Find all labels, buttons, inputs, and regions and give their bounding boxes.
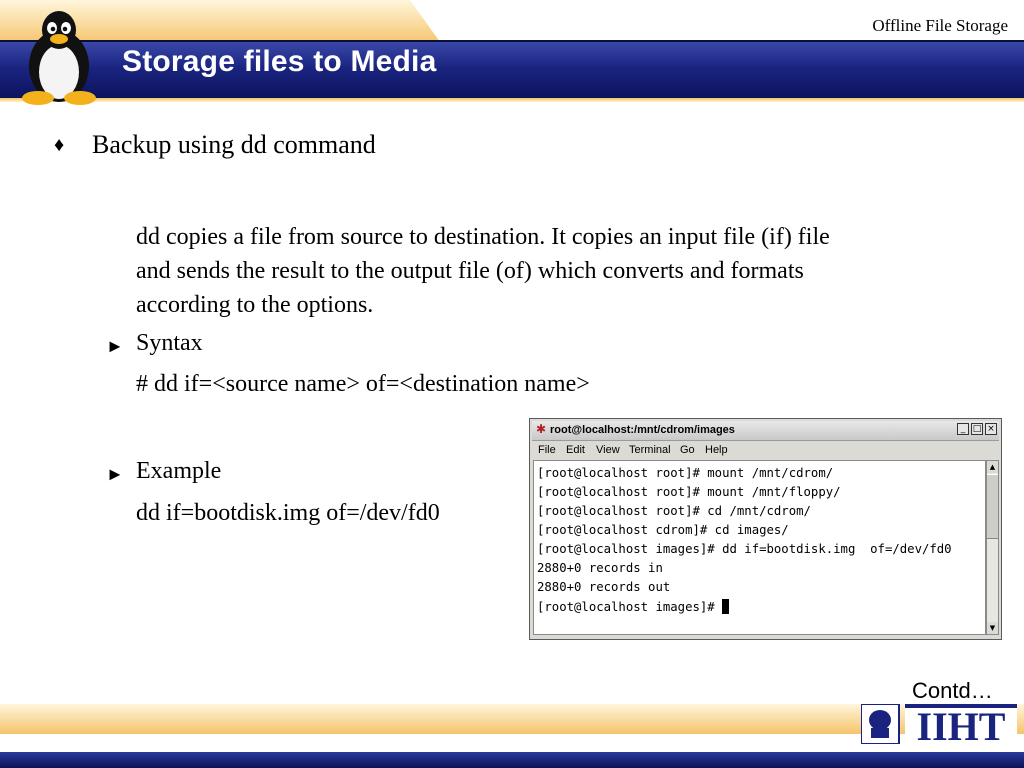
footer-blue-band <box>0 752 1024 768</box>
maximize-icon[interactable]: □ <box>971 423 983 435</box>
scroll-up-icon[interactable]: ▲ <box>987 461 998 473</box>
terminal-scrollbar[interactable]: ▲ ▼ <box>986 460 999 635</box>
terminal-cursor <box>722 599 730 614</box>
description-paragraph: dd copies a file from source to destinat… <box>136 220 976 322</box>
terminal-titlebar: ✱ root@localhost:/mnt/cdrom/images _ □ × <box>532 421 999 441</box>
example-text: dd if=bootdisk.img of=/dev/fd0 <box>136 500 440 526</box>
bullet-diamond-icon: ♦ <box>54 134 65 156</box>
terminal-window: ✱ root@localhost:/mnt/cdrom/images _ □ ×… <box>529 418 1002 640</box>
minimize-icon[interactable]: _ <box>957 423 969 435</box>
section-label: Offline File Storage <box>872 16 1008 35</box>
example-arrow-icon: ► <box>106 464 124 484</box>
scroll-thumb[interactable] <box>987 474 998 539</box>
terminal-app-icon: ✱ <box>536 422 547 436</box>
contd-label: Contd… <box>912 678 993 703</box>
syntax-arrow-icon: ► <box>106 336 124 356</box>
menu-go[interactable]: Go <box>680 444 695 456</box>
terminal-prompt-line: [root@localhost images]# <box>537 599 730 614</box>
header-underline <box>0 98 1024 102</box>
description-line: dd copies a file from source to destinat… <box>136 224 830 250</box>
menu-file[interactable]: File <box>538 444 556 456</box>
terminal-line: [root@localhost root]# mount /mnt/cdrom/ <box>537 466 834 480</box>
menu-edit[interactable]: Edit <box>566 444 585 456</box>
svg-text:IIHT: IIHT <box>917 704 1006 744</box>
description-line: and sends the result to the output file … <box>136 258 804 284</box>
terminal-prompt: [root@localhost images]# <box>537 600 723 614</box>
terminal-line: [root@localhost cdrom]# cd images/ <box>537 523 789 537</box>
iiht-logo: IIHT <box>861 704 1017 744</box>
tux-penguin-icon <box>22 11 96 105</box>
main-bullet-text: Backup using dd command <box>92 130 376 159</box>
terminal-line: 2880+0 records out <box>537 580 671 594</box>
syntax-text: # dd if=<source name> of=<destination na… <box>136 371 590 397</box>
terminal-line: [root@localhost images]# dd if=bootdisk.… <box>537 542 952 556</box>
terminal-output[interactable]: [root@localhost root]# mount /mnt/cdrom/… <box>533 460 986 635</box>
terminal-line: [root@localhost root]# mount /mnt/floppy… <box>537 485 841 499</box>
example-label: Example <box>136 458 222 484</box>
close-icon[interactable]: × <box>985 423 997 435</box>
scroll-down-icon[interactable]: ▼ <box>987 622 998 634</box>
terminal-title: root@localhost:/mnt/cdrom/images <box>550 424 735 436</box>
menu-help[interactable]: Help <box>705 444 728 456</box>
syntax-label: Syntax <box>136 330 203 356</box>
terminal-line: [root@localhost root]# cd /mnt/cdrom/ <box>537 504 811 518</box>
menu-terminal[interactable]: Terminal <box>629 444 671 456</box>
terminal-line: 2880+0 records in <box>537 561 663 575</box>
menu-view[interactable]: View <box>596 444 620 456</box>
description-line: according to the options. <box>136 292 374 318</box>
terminal-menubar: File Edit View Terminal Go Help <box>532 441 999 459</box>
slide-title: Storage files to Media <box>122 45 437 78</box>
